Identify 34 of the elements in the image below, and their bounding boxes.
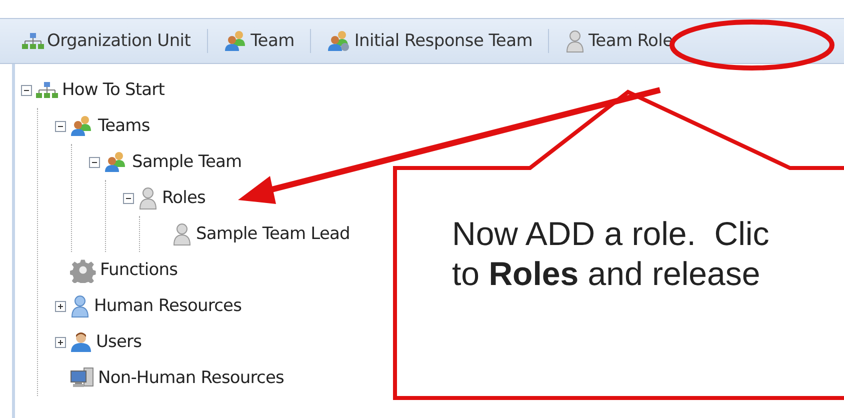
callout-text: Now ADD a role. Clic <box>452 214 770 254</box>
person-icon <box>70 294 90 318</box>
expand-icon[interactable] <box>55 336 66 348</box>
org-chart-icon <box>36 81 58 99</box>
toolbar-button[interactable]: Organization Unit <box>18 29 195 53</box>
user-icon <box>70 331 92 353</box>
expand-icon[interactable] <box>55 300 66 312</box>
people-icon <box>224 30 248 52</box>
people-icon <box>70 115 94 137</box>
tree-item[interactable]: Sample Team Lead <box>196 224 350 244</box>
collapse-icon[interactable] <box>89 156 100 168</box>
toolbar-button[interactable]: Team <box>220 28 298 54</box>
tree-item[interactable]: Teams <box>98 116 150 136</box>
people-icon <box>327 30 352 52</box>
tree-item[interactable]: How To Start <box>62 80 165 100</box>
callout-text: to Roles and release <box>452 254 762 294</box>
person-icon <box>172 222 192 246</box>
people-icon <box>104 151 128 173</box>
tree-item[interactable]: Functions <box>100 260 178 280</box>
gear-icon <box>70 257 96 283</box>
tree-item[interactable]: Sample Team <box>132 152 242 172</box>
tree-item[interactable]: Non-Human Resources <box>98 368 284 388</box>
toolbar-button[interactable]: Initial Response Team <box>323 28 536 54</box>
person-icon <box>565 29 586 53</box>
collapse-icon[interactable] <box>21 84 32 96</box>
toolbar-button[interactable]: Team Role <box>561 27 677 55</box>
org-chart-icon <box>22 32 44 50</box>
collapse-icon[interactable] <box>55 120 66 132</box>
tree-item[interactable]: Roles <box>162 188 206 208</box>
person-icon <box>138 186 158 210</box>
tree-item[interactable]: Users <box>96 332 142 352</box>
collapse-icon[interactable] <box>123 192 134 204</box>
computer-icon <box>70 367 94 389</box>
tree-item[interactable]: Human Resources <box>94 296 242 316</box>
